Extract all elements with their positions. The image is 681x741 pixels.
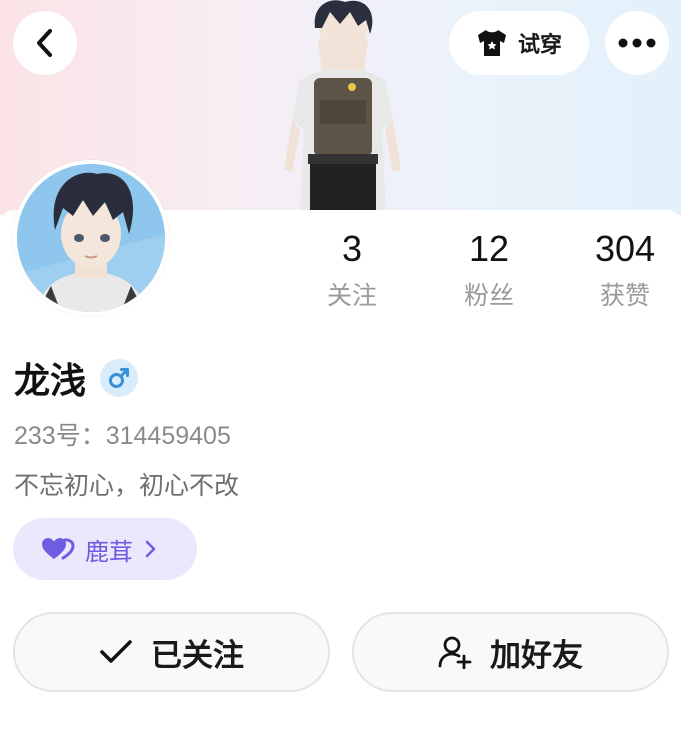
avatar[interactable] xyxy=(13,160,169,316)
group-tag-label: 鹿茸 xyxy=(85,537,133,566)
following-label: 关注 xyxy=(326,281,377,310)
following-count: 3 xyxy=(341,228,363,269)
followers-label: 粉丝 xyxy=(463,281,514,310)
name-row: 龙浅 xyxy=(14,352,139,404)
likes-label: 获赞 xyxy=(599,281,650,310)
gender-badge xyxy=(100,359,139,397)
user-id: 233号：314459405 xyxy=(14,422,231,450)
try-on-label: 试穿 xyxy=(517,33,562,58)
tshirt-icon xyxy=(477,30,506,56)
chevron-left-icon xyxy=(37,29,52,57)
user-name: 龙浅 xyxy=(14,361,87,402)
followed-button[interactable]: 已关注 xyxy=(13,612,330,692)
character-model-image xyxy=(284,0,401,215)
likes-count: 304 xyxy=(594,228,656,269)
add-friend-label: 加好友 xyxy=(490,637,583,674)
followers-count: 12 xyxy=(468,228,510,269)
heart-icon xyxy=(42,538,75,560)
back-button[interactable] xyxy=(13,11,77,75)
checkmark-icon xyxy=(100,640,132,663)
followed-label: 已关注 xyxy=(151,637,244,674)
try-on-button[interactable]: 试穿 xyxy=(449,11,589,75)
more-dots-icon xyxy=(618,38,656,48)
more-options-button[interactable] xyxy=(605,11,669,75)
group-tag-button[interactable]: 鹿茸 xyxy=(13,518,197,580)
stat-following[interactable]: 3 关注 xyxy=(292,228,412,312)
stat-followers[interactable]: 12 粉丝 xyxy=(429,228,549,312)
chevron-right-icon xyxy=(145,540,156,558)
stat-likes[interactable]: 304 获赞 xyxy=(565,228,681,312)
avatar-image xyxy=(17,164,165,312)
signature: 不忘初心，初心不改 xyxy=(14,471,240,500)
male-gender-icon xyxy=(109,368,130,388)
add-friend-button[interactable]: 加好友 xyxy=(352,612,669,692)
add-user-icon xyxy=(438,636,472,669)
